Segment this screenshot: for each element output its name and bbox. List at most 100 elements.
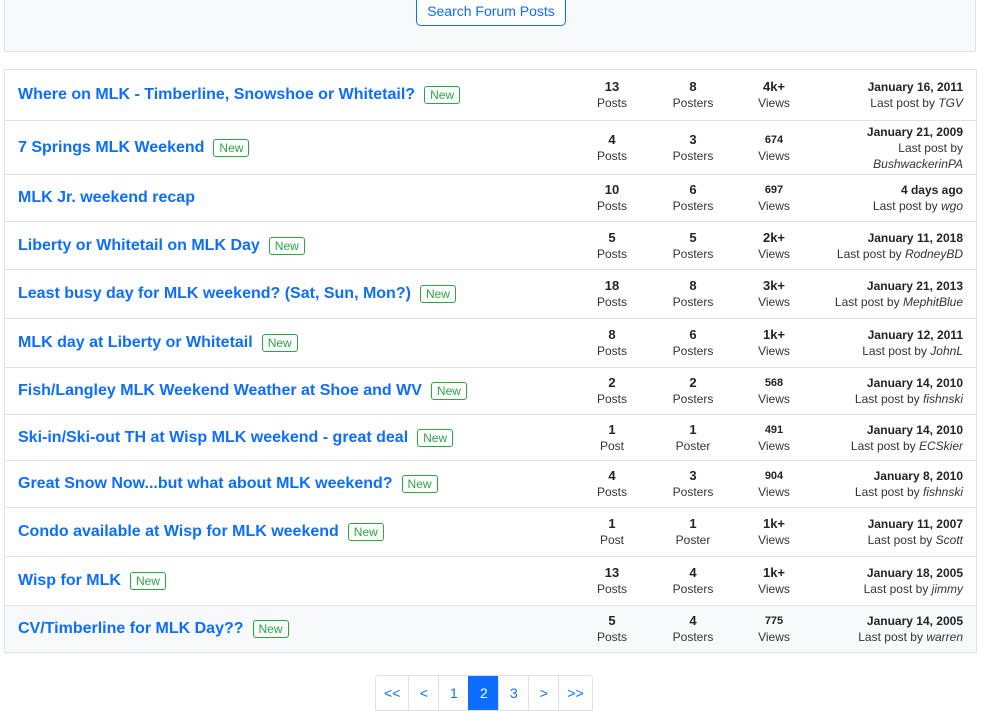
new-badge: New [430, 382, 467, 400]
last-post-prefix: Last post by [872, 199, 938, 213]
last-post-user[interactable]: Scott [936, 533, 963, 547]
thread-title-link[interactable]: MLK Jr. weekend recap [18, 189, 195, 207]
views-number: 697 [764, 184, 784, 196]
page-link[interactable]: << [376, 676, 409, 710]
last-post-prefix: Last post by [850, 438, 916, 453]
thread-title-link[interactable]: Liberty or Whitetail on MLK Day [18, 237, 260, 255]
last-post-user[interactable]: warren [926, 630, 963, 644]
last-post-date: January 8, 2010 [873, 469, 963, 483]
thread-title-link[interactable]: MLK day at Liberty or Whitetail [18, 334, 253, 352]
last-post-prefix: Last post by [862, 344, 927, 358]
last-post-user[interactable]: RodneyBD [905, 247, 963, 261]
posts-label: Posts [596, 485, 627, 499]
thread-title-link[interactable]: Ski-in/Ski-out TH at Wisp MLK weekend - … [18, 429, 408, 447]
page-link[interactable]: 1 [438, 676, 469, 710]
thread-title-link[interactable]: Great Snow Now...but what about MLK week… [18, 475, 393, 493]
views-label: Views [758, 533, 790, 547]
last-post-date: January 14, 2010 [866, 376, 963, 390]
last-post-info: January 12, 2011 Last post by JohnL [813, 319, 963, 367]
page-link[interactable]: 2 [468, 676, 499, 710]
thread-title-link[interactable]: Fish/Langley MLK Weekend Weather at Shoe… [18, 382, 422, 400]
last-post-user[interactable]: JohnL [930, 344, 963, 358]
posts-count: 4 Posts [572, 461, 652, 507]
new-badge: New [347, 523, 384, 541]
thread-title-link[interactable]: CV/Timberline for MLK Day?? [18, 620, 244, 638]
new-badge: New [268, 236, 305, 255]
posters-number: 4 [689, 613, 697, 628]
last-post-date: January 11, 2018 [867, 230, 963, 245]
last-post-user[interactable]: fishnski [923, 485, 963, 499]
last-post-user[interactable]: jimmy [932, 582, 963, 596]
last-post-info: 4 days ago Last post by wgo [813, 175, 963, 221]
last-post-by: Last post by wgo [873, 198, 963, 214]
thread-title-link[interactable]: Condo available at Wisp for MLK weekend [18, 523, 339, 541]
posts-number: 2 [608, 375, 616, 390]
search-forum-posts-button[interactable]: Search Forum Posts [416, 0, 566, 26]
last-post-info: January 21, 2013 Last post by MephitBlue [813, 270, 963, 318]
posters-label: Posters [672, 392, 714, 406]
last-post-info: January 21, 2009 Last post by Bushwacker… [813, 121, 963, 174]
thread-title-link[interactable]: Wisp for MLK [18, 572, 121, 590]
posters-number: 2 [689, 375, 697, 390]
page-link[interactable]: > [528, 676, 559, 710]
posts-number: 4 [608, 131, 616, 147]
last-post-date: January 21, 2009 [866, 124, 963, 139]
posts-number: 13 [604, 79, 620, 94]
thread-title-wrap: Condo available at Wisp for MLK weekend … [18, 508, 384, 556]
last-post-by: Last post by jimmy [864, 581, 963, 597]
thread-title-link[interactable]: Where on MLK - Timberline, Snowshoe or W… [18, 86, 415, 104]
posters-count: 1 Poster [653, 415, 733, 460]
views-number: 1k+ [762, 516, 786, 531]
posters-number: 6 [689, 327, 697, 342]
views-count: 1k+ Views [734, 557, 814, 605]
new-badge: New [401, 475, 438, 493]
last-post-by: Last post by MephitBlue [835, 294, 963, 310]
views-count: 1k+ Views [734, 319, 814, 367]
last-post-user[interactable]: MephitBlue [903, 295, 963, 309]
posters-label: Posters [672, 485, 714, 499]
last-post-prefix: Last post by [863, 582, 929, 596]
page-link[interactable]: >> [558, 676, 592, 710]
views-label: Views [758, 630, 790, 644]
last-post-user[interactable]: BushwackerinPA [873, 157, 963, 171]
last-post-info: January 18, 2005 Last post by jimmy [813, 557, 963, 605]
last-post-user[interactable]: TGV [938, 96, 963, 110]
views-count: 3k+ Views [734, 270, 814, 318]
last-post-user[interactable]: ECSkier [919, 439, 963, 453]
posts-number: 5 [608, 613, 616, 628]
last-post-info: January 8, 2010 Last post by fishnski [813, 461, 963, 507]
posts-label: Post [599, 438, 624, 453]
thread-title-link[interactable]: 7 Springs MLK Weekend [18, 139, 204, 157]
posters-label: Posters [672, 96, 714, 110]
posts-count: 10 Posts [572, 175, 652, 221]
new-badge: New [129, 572, 166, 590]
posts-label: Posts [596, 295, 627, 309]
views-count: 697 Views [734, 175, 814, 221]
views-count: 2k+ Views [734, 222, 814, 269]
posters-number: 1 [689, 421, 697, 437]
thread-title-wrap: 7 Springs MLK Weekend New [18, 121, 250, 174]
thread-title-link[interactable]: Least busy day for MLK weekend? (Sat, Su… [18, 285, 411, 303]
posts-number: 8 [608, 327, 616, 342]
posts-number: 18 [604, 278, 620, 293]
page-link[interactable]: 3 [498, 676, 529, 710]
last-post-prefix: Last post by [836, 246, 902, 261]
posts-number: 10 [604, 182, 620, 197]
thread-row: MLK day at Liberty or Whitetail New 8 Po… [5, 318, 976, 367]
thread-row: Where on MLK - Timberline, Snowshoe or W… [5, 70, 976, 120]
views-number: 4k+ [762, 79, 786, 94]
last-post-by: Last post by JohnL [862, 343, 963, 359]
views-number: 1k+ [762, 327, 786, 342]
posters-number: 1 [689, 516, 697, 531]
posters-count: 6 Posters [653, 319, 733, 367]
last-post-user[interactable]: wgo [941, 199, 963, 213]
page-link[interactable]: < [408, 676, 439, 710]
last-post-date: January 16, 2011 [867, 80, 963, 94]
views-label: Views [758, 344, 790, 358]
posts-count: 5 Posts [572, 222, 652, 269]
posts-label: Posts [596, 148, 627, 163]
last-post-user[interactable]: fishnski [923, 392, 963, 406]
last-post-by: Last post by ECSkier [851, 438, 963, 454]
posts-label: Posts [596, 199, 627, 213]
posters-label: Posters [672, 295, 714, 309]
